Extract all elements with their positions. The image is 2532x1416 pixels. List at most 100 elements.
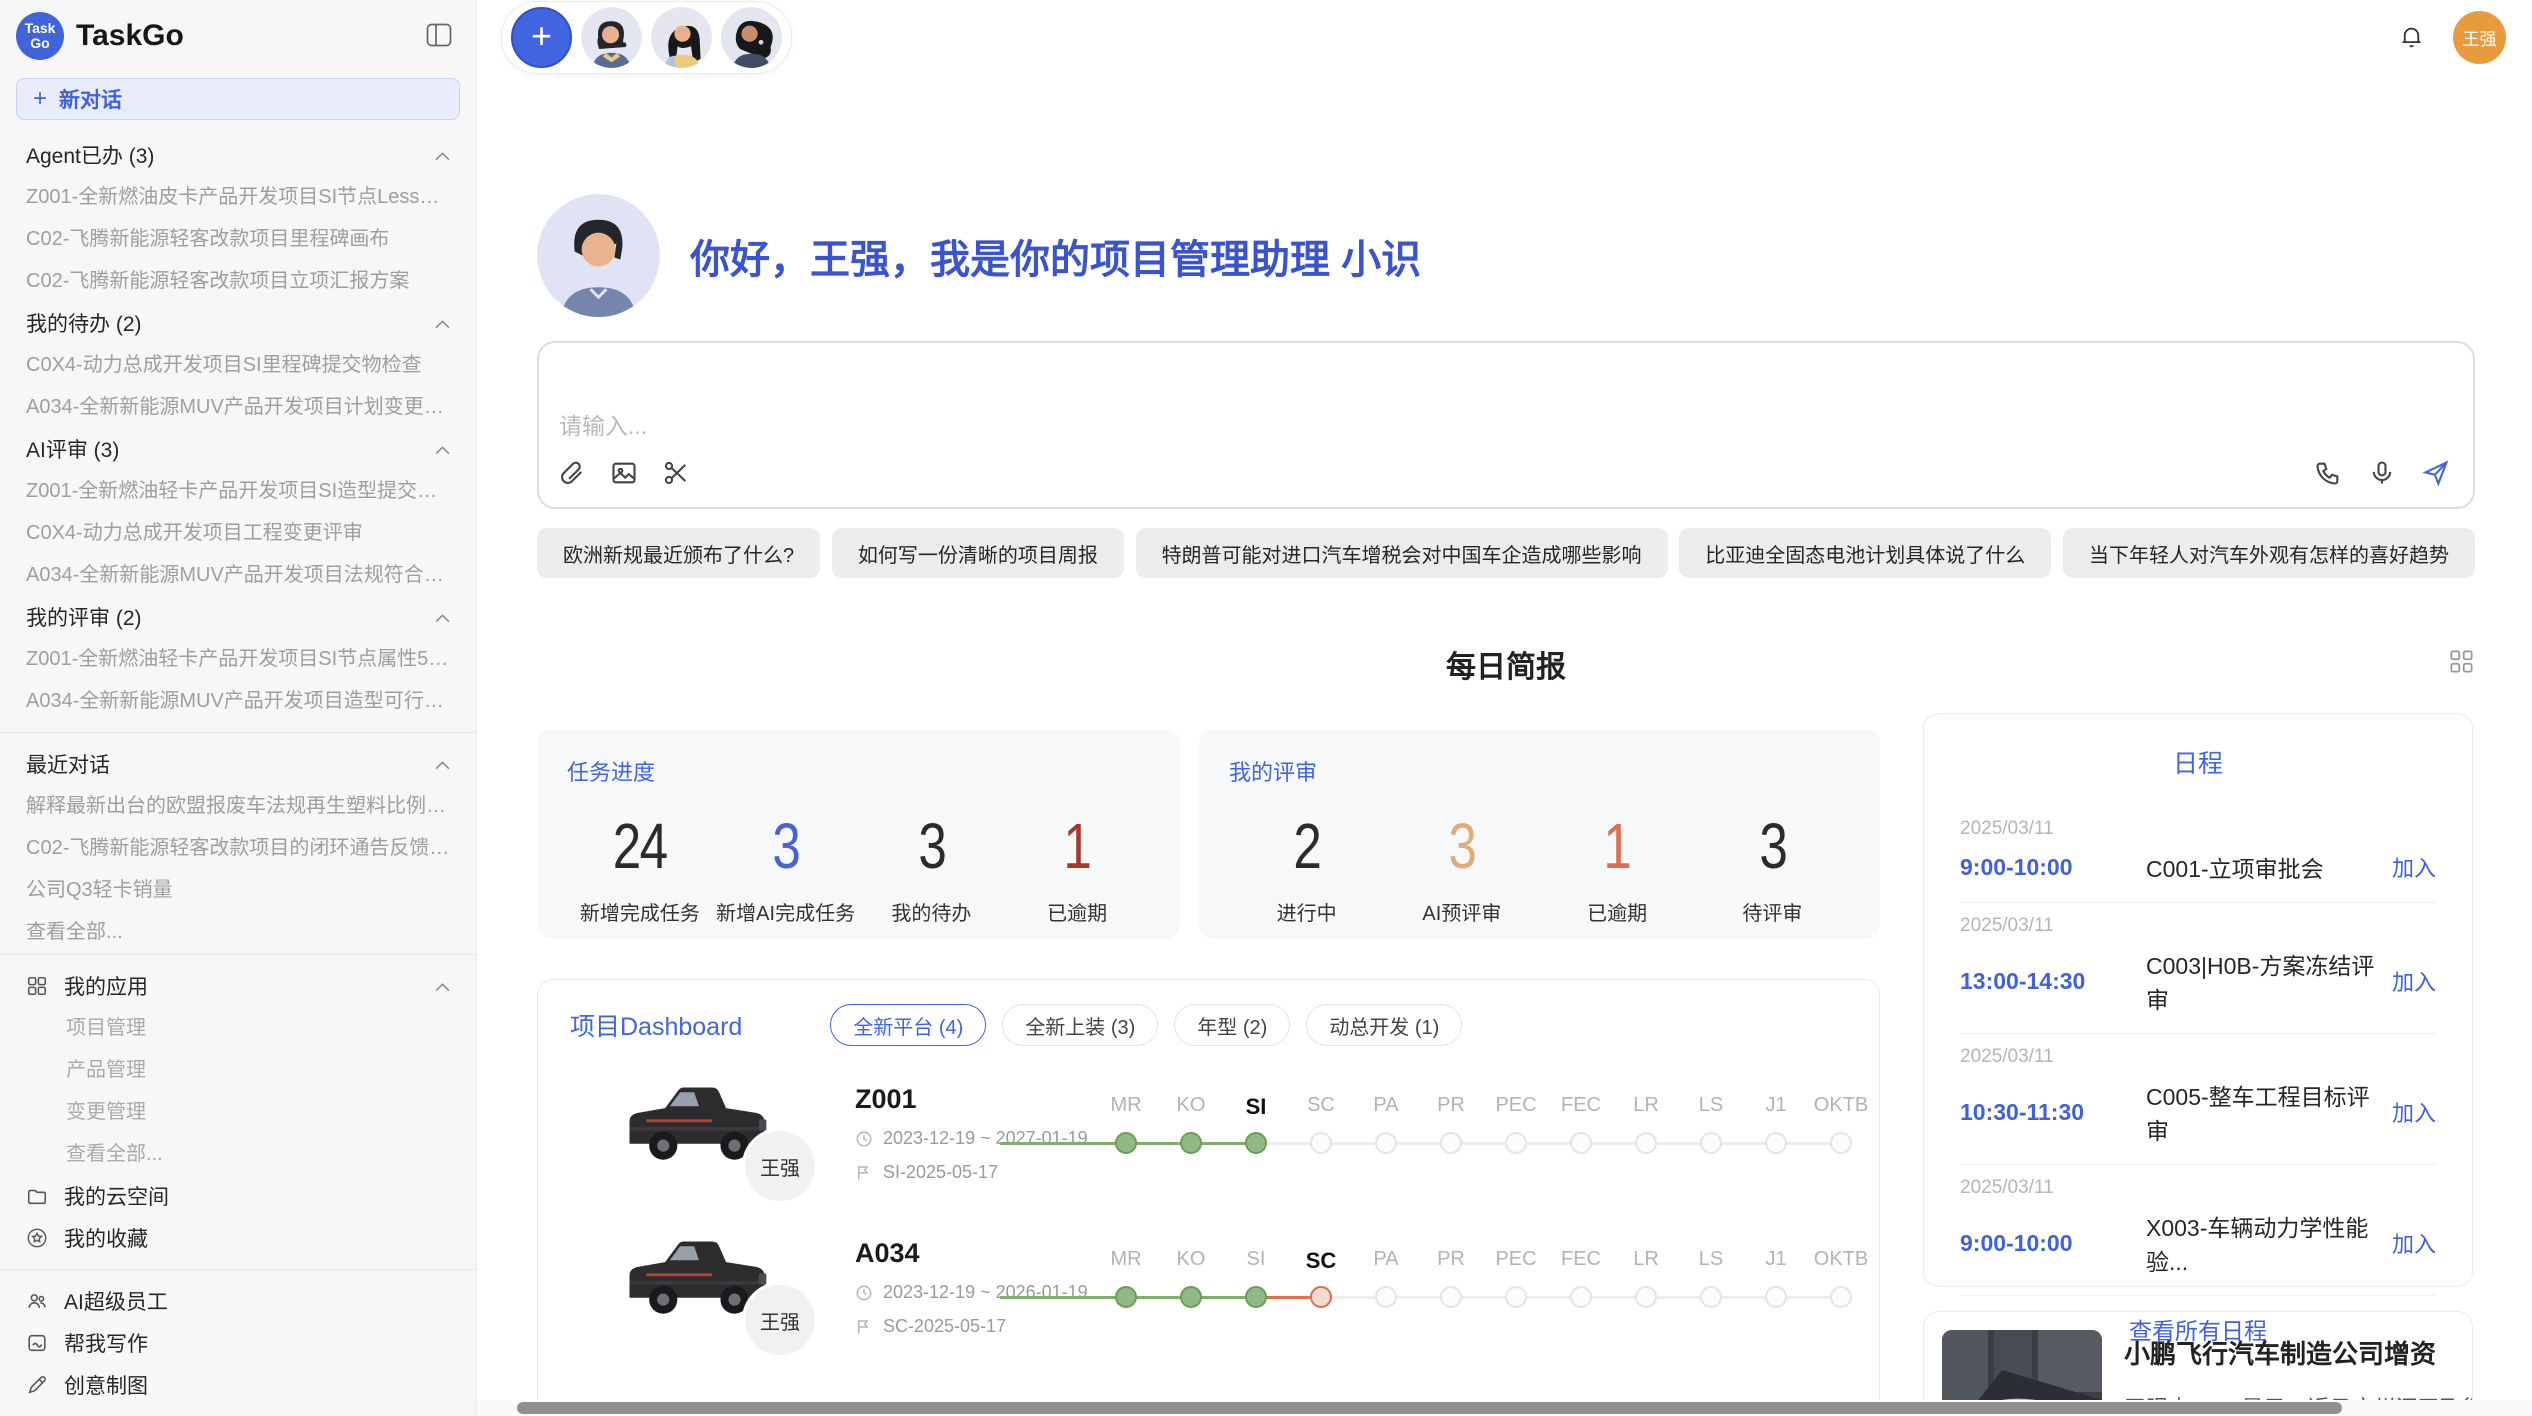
milestone-dot[interactable] bbox=[1115, 1132, 1137, 1154]
sidebar-item-cloud-space[interactable]: 我的云空间 bbox=[26, 1175, 450, 1217]
recent-conversation-item[interactable]: 解释最新出台的欧盟报废车法规再生塑料比例被调至15%... bbox=[26, 785, 450, 827]
add-member-button[interactable]: + bbox=[511, 7, 572, 68]
sidebar-task-item[interactable]: A034-全新新能源MUV产品开发项目计划变更表编写 bbox=[26, 386, 450, 428]
sidebar-section-header[interactable]: AI评审 (3) bbox=[26, 428, 450, 470]
milestone-dot[interactable] bbox=[1375, 1132, 1397, 1154]
join-schedule-link[interactable]: 加入 bbox=[2392, 1096, 2436, 1128]
sidebar-collapse-icon[interactable] bbox=[424, 21, 454, 52]
sidebar-task-item[interactable]: C0X4-动力总成开发项目工程变更评审 bbox=[26, 512, 450, 554]
sidebar-item-my-apps[interactable]: 我的应用 bbox=[26, 965, 450, 1007]
avatar-3[interactable] bbox=[721, 7, 782, 68]
milestone-dot[interactable] bbox=[1505, 1286, 1527, 1308]
screenshot-scissors-icon[interactable] bbox=[657, 455, 695, 493]
milestone-dot[interactable] bbox=[1570, 1132, 1592, 1154]
milestone-dot[interactable] bbox=[1310, 1132, 1332, 1154]
chevron-up-icon bbox=[435, 752, 450, 776]
apps-view-all-link[interactable]: 查看全部... bbox=[26, 1133, 450, 1175]
sidebar-task-item[interactable]: Z001-全新燃油轻卡产品开发项目SI节点属性5D文件评审 bbox=[26, 638, 450, 680]
sidebar-task-item[interactable]: A034-全新新能源MUV产品开发项目造型可行性评审 bbox=[26, 680, 450, 722]
composer[interactable]: 请输入... bbox=[537, 341, 2475, 509]
suggestion-chip[interactable]: 比亚迪全固态电池计划具体说了什么 bbox=[1679, 528, 2051, 578]
milestone-dot[interactable] bbox=[1635, 1132, 1657, 1154]
sidebar-item-ai-super-staff[interactable]: AI超级员工 bbox=[26, 1280, 450, 1322]
sidebar-task-item[interactable]: C02-飞腾新能源轻客改款项目里程碑画布 bbox=[26, 218, 450, 260]
schedule-item-main: 9:00-10:00X003-车辆动力学性能验...加入 bbox=[1960, 1209, 2436, 1277]
milestone-dot[interactable] bbox=[1700, 1132, 1722, 1154]
scrollbar-thumb[interactable] bbox=[517, 1402, 2342, 1414]
milestone-dot[interactable] bbox=[1180, 1132, 1202, 1154]
milestone-timeline: MRKOSISCPAPRPECFECLRLSJ1OKTB bbox=[1000, 1240, 1865, 1332]
sidebar-task-item[interactable]: A034-全新新能源MUV产品开发项目法规符合性评审 bbox=[26, 554, 450, 596]
dashboard-filter-tab[interactable]: 动总开发 (1) bbox=[1306, 1004, 1462, 1046]
suggestion-chip[interactable]: 当下年轻人对汽车外观有怎样的喜好趋势 bbox=[2063, 528, 2475, 578]
sidebar-section-header[interactable]: 我的待办 (2) bbox=[26, 302, 450, 344]
milestone-dot[interactable] bbox=[1765, 1286, 1787, 1308]
milestone-dot[interactable] bbox=[1375, 1286, 1397, 1308]
milestone-dot[interactable] bbox=[1700, 1286, 1722, 1308]
milestone-dot[interactable] bbox=[1765, 1132, 1787, 1154]
sidebar-item-favorites[interactable]: 我的收藏 bbox=[26, 1217, 450, 1259]
milestone-dot[interactable] bbox=[1245, 1132, 1267, 1154]
sidebar-item-help-me-write[interactable]: 帮我写作 bbox=[26, 1322, 450, 1364]
dashboard-filter-tab[interactable]: 年型 (2) bbox=[1174, 1004, 1290, 1046]
milestone-dot[interactable] bbox=[1830, 1286, 1852, 1308]
milestone-dot[interactable] bbox=[1570, 1286, 1592, 1308]
milestone-dot[interactable] bbox=[1310, 1286, 1332, 1308]
milestone-dot[interactable] bbox=[1440, 1132, 1462, 1154]
avatar-2[interactable] bbox=[651, 7, 712, 68]
sidebar-section-header[interactable]: Agent已办 (3) bbox=[26, 134, 450, 176]
stat-item: 1已逾期 bbox=[1540, 809, 1695, 926]
attachment-icon[interactable] bbox=[553, 455, 591, 493]
greeting-text: 你好，王强，我是你的项目管理助理 小识 bbox=[690, 227, 1421, 285]
right-column: 日程 2025/03/119:00-10:00C001-立项审批会加入2025/… bbox=[1923, 713, 2473, 1416]
milestone-dot[interactable] bbox=[1180, 1286, 1202, 1308]
image-upload-icon[interactable] bbox=[605, 455, 643, 493]
schedule-title-text: C005-整车工程目标评审 bbox=[2146, 1078, 2392, 1146]
microphone-icon[interactable] bbox=[2363, 455, 2401, 493]
dashboard-filter-tab[interactable]: 全新平台 (4) bbox=[830, 1004, 986, 1046]
join-schedule-link[interactable]: 加入 bbox=[2392, 1227, 2436, 1259]
milestone-dot[interactable] bbox=[1245, 1286, 1267, 1308]
sidebar-recent-header[interactable]: 最近对话 bbox=[26, 743, 450, 785]
sidebar-task-item[interactable]: Z001-全新燃油轻卡产品开发项目SI造型提交物评审 bbox=[26, 470, 450, 512]
stat-value: 3 bbox=[918, 809, 945, 883]
recent-view-all-link[interactable]: 查看全部... bbox=[26, 911, 450, 944]
recent-conversation-item[interactable]: 公司Q3轻卡销量 bbox=[26, 869, 450, 911]
milestone-dot[interactable] bbox=[1115, 1286, 1137, 1308]
milestone-dot[interactable] bbox=[1830, 1132, 1852, 1154]
sidebar-task-item[interactable]: Z001-全新燃油皮卡产品开发项目SI节点Lesson Learn报告 bbox=[26, 176, 450, 218]
recent-conversation-item[interactable]: C02-飞腾新能源轻客改款项目的闭环通告反馈情况 bbox=[26, 827, 450, 869]
suggestion-chip[interactable]: 欧洲新规最近颁布了什么? bbox=[537, 528, 820, 578]
greeting-section: 你好，王强，我是你的项目管理助理 小识 bbox=[537, 194, 2475, 317]
timeline-segment bbox=[1000, 1142, 1126, 1145]
milestone-dot[interactable] bbox=[1505, 1132, 1527, 1154]
avatar-1[interactable] bbox=[581, 7, 642, 68]
section-title: AI评审 (3) bbox=[26, 434, 119, 464]
schedule-time: 10:30-11:30 bbox=[1960, 1099, 2146, 1126]
schedule-time: 9:00-10:00 bbox=[1960, 1230, 2146, 1257]
sidebar-section-header[interactable]: 我的评审 (2) bbox=[26, 596, 450, 638]
horizontal-scrollbar[interactable] bbox=[477, 1400, 2532, 1416]
send-icon[interactable] bbox=[2417, 455, 2455, 493]
join-schedule-link[interactable]: 加入 bbox=[2392, 965, 2436, 997]
suggestion-chip[interactable]: 如何写一份清晰的项目周报 bbox=[832, 528, 1124, 578]
milestone-dot[interactable] bbox=[1635, 1286, 1657, 1308]
sidebar-item-creative-drawing[interactable]: 创意制图 bbox=[26, 1364, 450, 1406]
user-avatar[interactable]: 王强 bbox=[2453, 11, 2506, 64]
app-shortcut-item[interactable]: 产品管理 bbox=[26, 1049, 450, 1091]
new-chat-button[interactable]: + 新对话 bbox=[16, 78, 460, 120]
voice-call-icon[interactable] bbox=[2309, 455, 2347, 493]
suggestion-chip[interactable]: 特朗普可能对进口汽车增税会对中国车企造成哪些影响 bbox=[1136, 528, 1668, 578]
milestone-dot[interactable] bbox=[1440, 1286, 1462, 1308]
layout-grid-icon[interactable] bbox=[2448, 648, 2475, 678]
notification-bell-icon[interactable] bbox=[2398, 23, 2425, 53]
stat-value: 3 bbox=[1448, 809, 1475, 883]
app-shortcut-item[interactable]: 变更管理 bbox=[26, 1091, 450, 1133]
dashboard-filter-tab[interactable]: 全新上装 (3) bbox=[1002, 1004, 1158, 1046]
sidebar-task-item[interactable]: C0X4-动力总成开发项目SI里程碑提交物检查 bbox=[26, 344, 450, 386]
project-row[interactable]: 王强A0342023-12-19 ~ 2026-01-19SC-2025-05-… bbox=[570, 1230, 1847, 1384]
project-row[interactable]: 王强Z0012023-12-19 ~ 2027-01-19SI-2025-05-… bbox=[570, 1076, 1847, 1230]
app-shortcut-item[interactable]: 项目管理 bbox=[26, 1007, 450, 1049]
sidebar-task-item[interactable]: C02-飞腾新能源轻客改款项目立项汇报方案 bbox=[26, 260, 450, 302]
join-schedule-link[interactable]: 加入 bbox=[2392, 851, 2436, 883]
